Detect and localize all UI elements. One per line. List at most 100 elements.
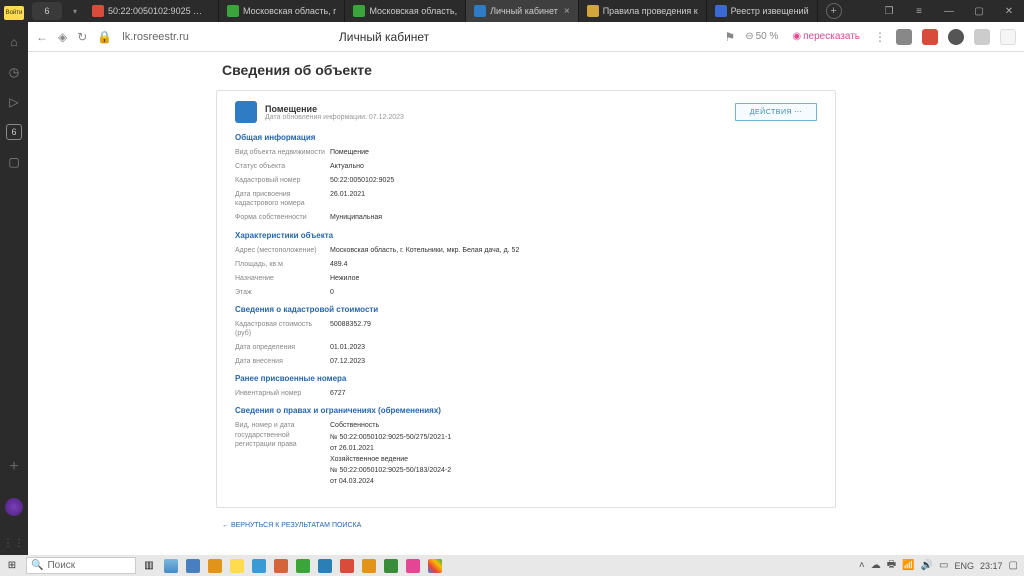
tab-3-active[interactable]: Личный кабинет ×	[466, 0, 579, 22]
tray-print-icon[interactable]: 🖶	[887, 557, 896, 574]
info-row: Вид объекта недвижимостиПомещение	[235, 148, 817, 157]
media-icon[interactable]: ▷	[6, 94, 22, 110]
row-value: 0	[330, 288, 817, 297]
zoom-control[interactable]: ⊖ 50 %	[745, 31, 778, 42]
row-label: Инвентарный номер	[235, 389, 330, 398]
tab-1[interactable]: Московская область, г	[219, 0, 345, 22]
row-value: Актуально	[330, 162, 817, 171]
tb-app-10[interactable]	[358, 555, 380, 576]
section-general: Общая информация	[235, 133, 817, 142]
row-label: Дата определения	[235, 343, 330, 352]
tray-up-icon[interactable]: ˄	[859, 560, 865, 571]
tabs-badge[interactable]: 6	[6, 124, 22, 140]
page-content: Сведения об объекте Помещение Дата обнов…	[28, 52, 1024, 555]
tb-app-11[interactable]	[380, 555, 402, 576]
tb-app-8[interactable]	[314, 555, 336, 576]
tab-title: Правила проведения к	[603, 6, 698, 16]
section-prev: Ранее присвоенные номера	[235, 374, 817, 383]
back-icon[interactable]: ←	[36, 30, 48, 44]
row-value: 50:22:0050102:9025	[330, 176, 817, 185]
row-label: Вид объекта недвижимости	[235, 148, 330, 157]
taskbar-search[interactable]: 🔍 Поиск	[26, 557, 136, 574]
row-value: 01.01.2023	[330, 343, 817, 352]
task-view-icon[interactable]: ▥	[138, 555, 160, 576]
bookmark-icon[interactable]: ⚑	[724, 30, 735, 44]
row-value: 07.12.2023	[330, 357, 817, 366]
windows-taskbar: ⊞ 🔍 Поиск ▥ ˄ ☁ 🖶 📶 🔊 ▭ ENG 23:17 ▢	[0, 555, 1024, 576]
maximize-icon[interactable]: ▢	[964, 0, 994, 22]
tray-notif-icon[interactable]: ▢	[1009, 560, 1018, 571]
tb-app-5[interactable]	[248, 555, 270, 576]
alice-icon[interactable]	[5, 498, 23, 516]
more-icon[interactable]: ⋮⋮	[3, 538, 25, 549]
info-row: НазначениеНежилое	[235, 274, 817, 283]
add-icon[interactable]: +	[9, 458, 18, 476]
tab-bar: 6 ▾ 50:22:0050102:9025 — ... Московская …	[28, 0, 1024, 22]
tab-dropdown[interactable]: ▾	[66, 0, 84, 22]
tab-5[interactable]: Реестр извещений	[707, 0, 818, 22]
tb-app-6[interactable]	[270, 555, 292, 576]
info-row: Кадастровая стоимость (руб)50088352.79	[235, 320, 817, 338]
tray-sound-icon[interactable]: 🔊	[921, 560, 933, 571]
favicon	[227, 5, 239, 17]
home-icon[interactable]: ⌂	[6, 34, 22, 50]
actions-button[interactable]: ДЕЙСТВИЯ ⋯	[735, 103, 817, 121]
row-value: Московская область, г. Котельники, мкр. …	[330, 246, 817, 255]
ext-icon-4[interactable]	[974, 29, 990, 45]
ext-icon-2[interactable]	[922, 29, 938, 45]
reload-icon[interactable]: ↻	[77, 30, 87, 44]
object-update-date: Дата обновления информации: 07.12.2023	[265, 114, 727, 121]
tb-app-1[interactable]	[160, 555, 182, 576]
info-row: Кадастровый номер50:22:0050102:9025	[235, 176, 817, 185]
tray-battery-icon[interactable]: ▭	[939, 560, 948, 571]
tab-title: Личный кабинет	[490, 6, 558, 16]
tb-app-9[interactable]	[336, 555, 358, 576]
tray-cloud-icon[interactable]: ☁	[871, 560, 881, 571]
start-button[interactable]: ⊞	[0, 560, 24, 571]
close-window-icon[interactable]: ✕	[994, 0, 1024, 22]
tb-app-3[interactable]	[204, 555, 226, 576]
info-row: Этаж0	[235, 288, 817, 297]
yandex-logo[interactable]: Войти	[4, 6, 24, 20]
tray-time[interactable]: 23:17	[980, 561, 1003, 571]
ext-icon-1[interactable]	[896, 29, 912, 45]
retell-button[interactable]: ◉ пересказать	[788, 29, 864, 44]
copy-icon[interactable]: ❐	[874, 0, 904, 22]
kebab-icon[interactable]: ⋮	[874, 30, 886, 44]
close-icon[interactable]: ×	[564, 6, 570, 17]
row-label: Форма собственности	[235, 213, 330, 222]
tb-app-12[interactable]	[402, 555, 424, 576]
collections-icon[interactable]: ▢	[6, 154, 22, 170]
tab-2[interactable]: Московская область,	[345, 0, 466, 22]
tb-app-4[interactable]	[226, 555, 248, 576]
tb-app-13[interactable]	[424, 555, 446, 576]
row-label: Дата присвоения кадастрового номера	[235, 190, 330, 208]
history-icon[interactable]: ◷	[6, 64, 22, 80]
info-row: Площадь, кв.м489.4	[235, 260, 817, 269]
row-label: Этаж	[235, 288, 330, 297]
ext-icon-3[interactable]	[948, 29, 964, 45]
info-row: Инвентарный номер6727	[235, 389, 817, 398]
tray-lang[interactable]: ENG	[955, 561, 975, 571]
new-tab-button[interactable]: +	[822, 0, 846, 22]
tab-4[interactable]: Правила проведения к	[579, 0, 707, 22]
shield-icon[interactable]: ◈	[58, 30, 67, 44]
row-value: 6727	[330, 389, 817, 398]
menu-icon[interactable]: ≡	[904, 0, 934, 22]
ext-icon-5[interactable]	[1000, 29, 1016, 45]
tab-0[interactable]: 50:22:0050102:9025 — ...	[84, 0, 219, 22]
back-link[interactable]: ВЕРНУТЬСЯ К РЕЗУЛЬТАТАМ ПОИСКА	[216, 522, 836, 529]
row-label: Кадастровая стоимость (руб)	[235, 320, 330, 338]
tray-wifi-icon[interactable]: 📶	[902, 560, 914, 571]
url-text[interactable]: lk.rosreestr.ru	[122, 31, 189, 43]
minimize-icon[interactable]: —	[934, 0, 964, 22]
window-controls: ❐ ≡ — ▢ ✕	[874, 0, 1024, 22]
favicon	[474, 5, 486, 17]
tb-app-2[interactable]	[182, 555, 204, 576]
row-value: 489.4	[330, 260, 817, 269]
row-label: Дата внесения	[235, 357, 330, 366]
favicon	[353, 5, 365, 17]
tab-count[interactable]: 6	[32, 2, 62, 20]
tb-app-7[interactable]	[292, 555, 314, 576]
row-label: Адрес (местоположение)	[235, 246, 330, 255]
